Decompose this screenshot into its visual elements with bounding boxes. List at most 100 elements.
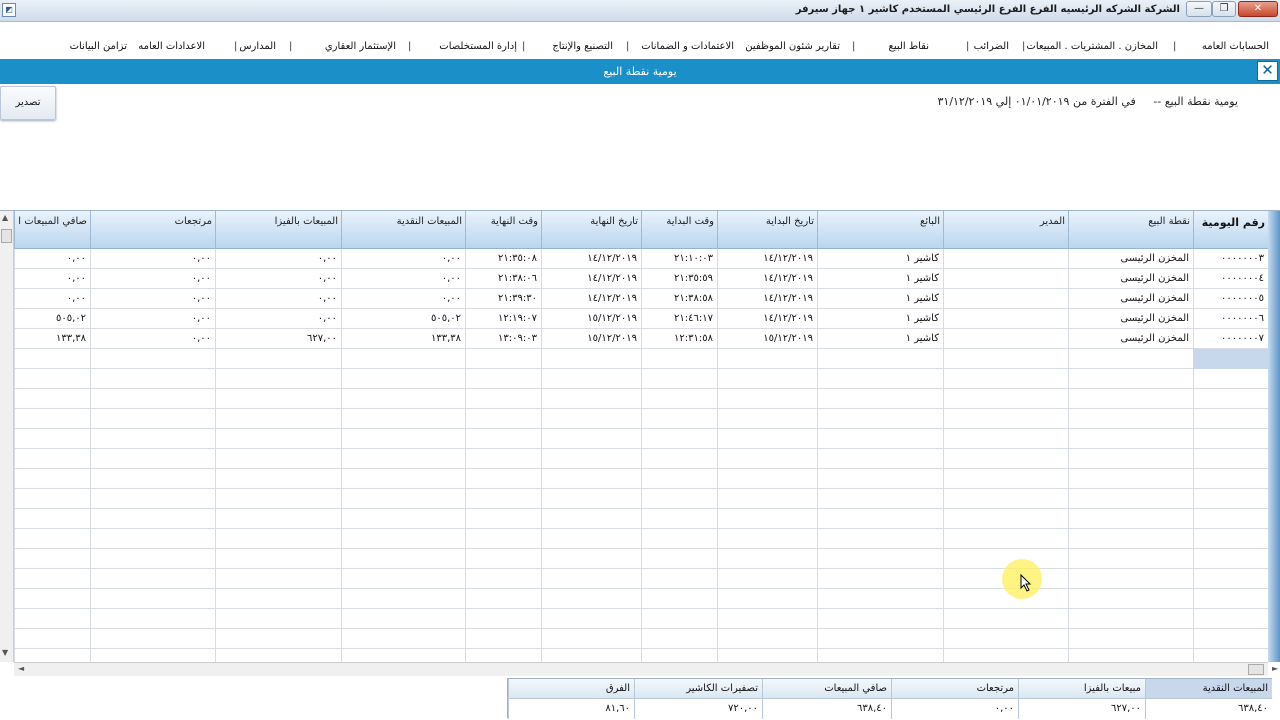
cell-cash-sales[interactable]: ٠,٠٠ (341, 289, 465, 309)
cell-start-time[interactable] (641, 569, 717, 589)
empty-row[interactable] (14, 489, 1268, 509)
menu-general-accounts[interactable]: الحسابات العامه (1202, 41, 1269, 52)
cell-cash-sales[interactable] (341, 509, 465, 529)
cell-pos[interactable] (1068, 609, 1193, 629)
cell-visa-sales[interactable]: ٠,٠٠ (215, 269, 341, 289)
cell-visa-sales[interactable] (215, 509, 341, 529)
empty-row[interactable] (14, 629, 1268, 649)
cell-manager[interactable] (943, 269, 1068, 289)
menu-credits-guarantees[interactable]: الاعتمادات و الضمانات (641, 41, 734, 52)
cell-end-time[interactable] (465, 429, 541, 449)
cell-net-sales[interactable] (14, 629, 90, 649)
empty-row[interactable] (14, 589, 1268, 609)
cell-visa-sales[interactable]: ٦٢٧,٠٠ (215, 329, 341, 349)
cell-start-time[interactable] (641, 609, 717, 629)
cell-net-sales[interactable] (14, 509, 90, 529)
cell-net-sales[interactable]: ٠,٠٠ (14, 289, 90, 309)
cell-manager[interactable] (943, 629, 1068, 649)
cell-end-date[interactable] (541, 529, 641, 549)
export-button[interactable]: تصدير (0, 86, 56, 120)
scroll-right-icon[interactable]: ► (1272, 664, 1278, 673)
column-header-start-date[interactable]: تاريخ البداية (717, 211, 817, 249)
cell-net-sales[interactable] (14, 349, 90, 369)
cell-start-time[interactable]: ٢١:٣٥:٥٩ (641, 269, 717, 289)
table-row[interactable]: ٠٠٠٠٠٠٠٤ المخزن الرئيسى كاشير ١ ١٤/١٢/٢٠١٩ ٢… (14, 269, 1268, 289)
cell-manager[interactable] (943, 349, 1068, 369)
cell-net-sales[interactable] (14, 389, 90, 409)
cell-start-time[interactable] (641, 549, 717, 569)
cell-start-date[interactable] (717, 649, 817, 662)
cell-manager[interactable] (943, 529, 1068, 549)
cell-journal-number[interactable] (1193, 549, 1268, 569)
cell-end-time[interactable] (465, 409, 541, 429)
cell-cash-sales[interactable] (341, 429, 465, 449)
cell-visa-sales[interactable] (215, 569, 341, 589)
cell-start-date[interactable] (717, 489, 817, 509)
cell-manager[interactable] (943, 469, 1068, 489)
cell-cash-sales[interactable] (341, 629, 465, 649)
cell-seller[interactable]: كاشير ١ (817, 309, 943, 329)
cell-visa-sales[interactable] (215, 449, 341, 469)
cell-end-date[interactable] (541, 609, 641, 629)
cell-start-date[interactable]: ١٤/١٢/٢٠١٩ (717, 249, 817, 269)
cell-start-time[interactable]: ٢١:٣٨:٥٨ (641, 289, 717, 309)
cell-visa-sales[interactable] (215, 609, 341, 629)
cell-returns[interactable] (90, 449, 215, 469)
empty-row[interactable] (14, 649, 1268, 662)
cell-pos[interactable]: المخزن الرئيسى (1068, 269, 1193, 289)
cell-pos[interactable] (1068, 589, 1193, 609)
column-header-returns[interactable]: مرتجعات (90, 211, 215, 249)
empty-row[interactable] (14, 349, 1268, 369)
cell-seller[interactable] (817, 469, 943, 489)
cell-journal-number[interactable] (1193, 589, 1268, 609)
cell-end-time[interactable]: ٢١:٣٥:٠٨ (465, 249, 541, 269)
cell-end-time[interactable]: ٢١:٣٨:٠٦ (465, 269, 541, 289)
cell-seller[interactable] (817, 629, 943, 649)
cell-end-date[interactable] (541, 629, 641, 649)
cell-start-time[interactable] (641, 429, 717, 449)
minimize-button[interactable]: — (1186, 1, 1212, 17)
cell-manager[interactable] (943, 369, 1068, 389)
scroll-down-icon[interactable]: ▼ (2, 648, 8, 657)
cell-pos[interactable] (1068, 569, 1193, 589)
cell-net-sales[interactable] (14, 469, 90, 489)
cell-returns[interactable]: ٠,٠٠ (90, 309, 215, 329)
empty-row[interactable] (14, 509, 1268, 529)
cell-manager[interactable] (943, 489, 1068, 509)
cell-journal-number[interactable] (1193, 529, 1268, 549)
cell-end-time[interactable] (465, 609, 541, 629)
cell-end-date[interactable] (541, 369, 641, 389)
cell-visa-sales[interactable] (215, 369, 341, 389)
cell-net-sales[interactable] (14, 549, 90, 569)
cell-start-date[interactable]: ١٤/١٢/٢٠١٩ (717, 309, 817, 329)
cell-cash-sales[interactable] (341, 449, 465, 469)
cell-end-time[interactable] (465, 389, 541, 409)
cell-start-time[interactable]: ٢١:١٠:٠٣ (641, 249, 717, 269)
column-header-cash-sales[interactable]: المبيعات النقدية (341, 211, 465, 249)
cell-seller[interactable]: كاشير ١ (817, 249, 943, 269)
cell-seller[interactable] (817, 549, 943, 569)
menu-hr-reports[interactable]: تقارير شئون الموظفين (745, 41, 840, 52)
cell-returns[interactable] (90, 429, 215, 449)
cell-start-date[interactable] (717, 409, 817, 429)
cell-net-sales[interactable] (14, 569, 90, 589)
cell-pos[interactable]: المخزن الرئيسى (1068, 289, 1193, 309)
cell-start-time[interactable] (641, 349, 717, 369)
cell-start-date[interactable] (717, 349, 817, 369)
cell-returns[interactable]: ٠,٠٠ (90, 289, 215, 309)
cell-journal-number[interactable] (1193, 389, 1268, 409)
table-row[interactable]: ٠٠٠٠٠٠٠٣ المخزن الرئيسى كاشير ١ ١٤/١٢/٢٠١٩ ٢… (14, 249, 1268, 269)
cell-manager[interactable] (943, 389, 1068, 409)
empty-row[interactable] (14, 409, 1268, 429)
cell-start-date[interactable] (717, 429, 817, 449)
cell-returns[interactable]: ٠,٠٠ (90, 329, 215, 349)
cell-start-date[interactable] (717, 569, 817, 589)
vertical-scrollbar[interactable]: ▲ ▼ (0, 211, 14, 662)
column-header-manager[interactable]: المدير (943, 211, 1068, 249)
cell-net-sales[interactable]: ٠,٠٠ (14, 269, 90, 289)
cell-journal-number[interactable] (1193, 409, 1268, 429)
cell-cash-sales[interactable]: ٠,٠٠ (341, 249, 465, 269)
cell-returns[interactable] (90, 509, 215, 529)
cell-seller[interactable] (817, 509, 943, 529)
cell-seller[interactable] (817, 609, 943, 629)
